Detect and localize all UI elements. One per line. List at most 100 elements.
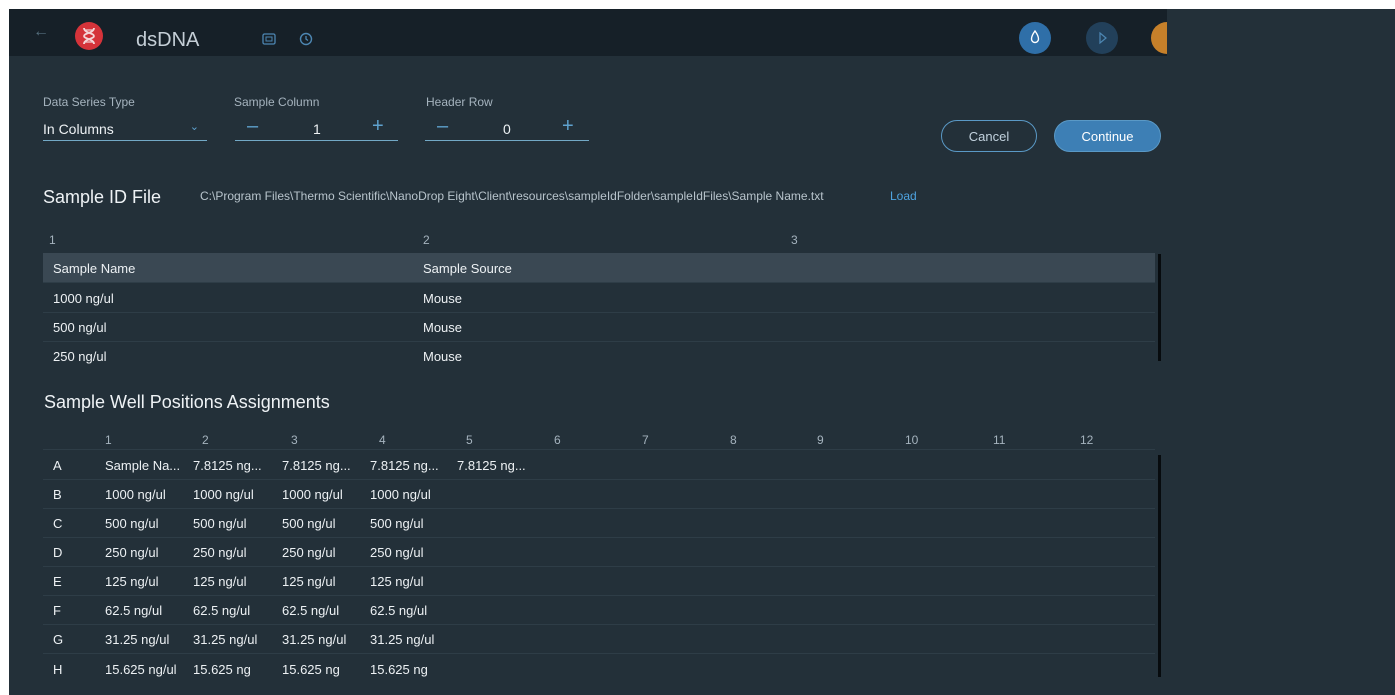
droplet-icon[interactable] xyxy=(1019,22,1051,54)
row-label: F xyxy=(53,603,61,618)
increment-icon[interactable]: + xyxy=(562,115,574,138)
table-row[interactable]: 500 ng/ul Mouse xyxy=(43,312,1155,342)
table-cell: Mouse xyxy=(423,349,463,364)
row-label: E xyxy=(53,574,62,589)
load-link[interactable]: Load xyxy=(890,189,917,203)
decrement-icon[interactable]: – xyxy=(437,115,448,138)
header-row-value: 0 xyxy=(503,121,511,137)
data-series-type-label: Data Series Type xyxy=(43,95,135,109)
table-cell: Mouse xyxy=(423,291,463,306)
table-row[interactable]: Sample Name Sample Source xyxy=(43,253,1155,283)
well-cell[interactable]: 7.8125 ng... xyxy=(193,458,262,473)
title-bar: ← dsDNA xyxy=(9,9,1167,56)
table-row[interactable]: 1000 ng/ul Mouse xyxy=(43,283,1155,313)
well-cell[interactable]: 31.25 ng/ul xyxy=(282,632,346,647)
well-assignments-title: Sample Well Positions Assignments xyxy=(44,392,330,412)
well-cell[interactable]: 125 ng/ul xyxy=(282,574,336,589)
table-cell: 500 ng/ul xyxy=(53,320,107,335)
column-number: 9 xyxy=(817,433,824,447)
well-cell[interactable]: 125 ng/ul xyxy=(193,574,247,589)
well-cell[interactable]: 15.625 ng xyxy=(370,662,428,677)
table-cell: Mouse xyxy=(423,320,463,335)
cancel-button[interactable]: Cancel xyxy=(941,120,1037,152)
well-cell[interactable]: 1000 ng/ul xyxy=(370,487,431,502)
back-arrow-icon[interactable]: ← xyxy=(33,23,49,41)
column-number: 12 xyxy=(1080,433,1094,447)
well-cell[interactable]: Sample Na... xyxy=(105,458,180,473)
column-number: 11 xyxy=(993,433,1006,447)
chevron-down-icon: ⌄ xyxy=(189,121,199,133)
well-cell[interactable]: 250 ng/ul xyxy=(193,545,247,560)
well-cell[interactable]: 1000 ng/ul xyxy=(282,487,343,502)
well-cell[interactable]: 1000 ng/ul xyxy=(105,487,166,502)
well-cell[interactable]: 250 ng/ul xyxy=(370,545,424,560)
table-row[interactable]: C 500 ng/ul 500 ng/ul 500 ng/ul 500 ng/u… xyxy=(43,508,1155,538)
data-series-type-dropdown[interactable]: In Columns ⌄ xyxy=(43,112,207,141)
table-row[interactable]: E 125 ng/ul 125 ng/ul 125 ng/ul 125 ng/u… xyxy=(43,566,1155,596)
table-row[interactable]: F 62.5 ng/ul 62.5 ng/ul 62.5 ng/ul 62.5 … xyxy=(43,595,1155,625)
history-icon[interactable] xyxy=(299,32,315,48)
well-cell[interactable]: 500 ng/ul xyxy=(105,516,159,531)
well-cell[interactable]: 31.25 ng/ul xyxy=(370,632,434,647)
well-cell[interactable]: 15.625 ng/ul xyxy=(105,662,177,677)
sample-column-value: 1 xyxy=(313,121,321,137)
sample-id-file-title: Sample ID File xyxy=(43,187,162,207)
continue-button[interactable]: Continue xyxy=(1054,120,1161,152)
table-row[interactable]: D 250 ng/ul 250 ng/ul 250 ng/ul 250 ng/u… xyxy=(43,537,1155,567)
increment-icon[interactable]: + xyxy=(372,115,384,138)
well-cell[interactable]: 500 ng/ul xyxy=(370,516,424,531)
sample-column-stepper[interactable]: – 1 + xyxy=(235,112,398,141)
well-cell[interactable]: 62.5 ng/ul xyxy=(282,603,339,618)
decrement-icon[interactable]: – xyxy=(247,115,258,138)
column-number: 2 xyxy=(202,433,209,447)
table-cell: 250 ng/ul xyxy=(53,349,107,364)
column-number: 1 xyxy=(49,233,56,247)
sample-id-file-path: C:\Program Files\Thermo Scientific\NanoD… xyxy=(200,189,824,203)
sample-column-label: Sample Column xyxy=(234,95,320,109)
well-cell[interactable]: 7.8125 ng... xyxy=(370,458,439,473)
column-number: 3 xyxy=(791,233,798,247)
well-cell[interactable]: 62.5 ng/ul xyxy=(193,603,250,618)
header-row-label: Header Row xyxy=(426,95,493,109)
scrollbar[interactable] xyxy=(1158,455,1161,677)
well-cell[interactable]: 500 ng/ul xyxy=(282,516,336,531)
well-cell[interactable]: 15.625 ng xyxy=(193,662,251,677)
well-cell[interactable]: 500 ng/ul xyxy=(193,516,247,531)
well-cell[interactable]: 15.625 ng xyxy=(282,662,340,677)
well-cell[interactable]: 125 ng/ul xyxy=(105,574,159,589)
well-cell[interactable]: 250 ng/ul xyxy=(282,545,336,560)
dna-logo-icon xyxy=(75,22,103,50)
column-number: 1 xyxy=(105,433,112,447)
column-number: 5 xyxy=(466,433,473,447)
id-card-icon[interactable] xyxy=(262,32,278,48)
header-row-stepper[interactable]: – 0 + xyxy=(425,112,589,141)
well-cell[interactable]: 7.8125 ng... xyxy=(282,458,351,473)
user-icon[interactable] xyxy=(1151,22,1167,54)
scrollbar[interactable] xyxy=(1158,254,1161,361)
column-number: 6 xyxy=(554,433,561,447)
row-label: C xyxy=(53,516,63,531)
table-row[interactable]: 250 ng/ul Mouse xyxy=(43,341,1155,370)
table-row[interactable]: H 15.625 ng/ul 15.625 ng 15.625 ng 15.62… xyxy=(43,654,1155,683)
play-icon[interactable] xyxy=(1086,22,1118,54)
column-number: 10 xyxy=(905,433,919,447)
well-cell[interactable]: 1000 ng/ul xyxy=(193,487,254,502)
row-label: A xyxy=(53,458,62,473)
table-row[interactable]: G 31.25 ng/ul 31.25 ng/ul 31.25 ng/ul 31… xyxy=(43,624,1155,654)
table-row[interactable]: A Sample Na... 7.8125 ng... 7.8125 ng...… xyxy=(43,449,1155,480)
table-row[interactable]: B 1000 ng/ul 1000 ng/ul 1000 ng/ul 1000 … xyxy=(43,479,1155,509)
row-label: B xyxy=(53,487,62,502)
column-number: 4 xyxy=(379,433,386,447)
well-cell[interactable]: 62.5 ng/ul xyxy=(105,603,162,618)
well-cell[interactable]: 125 ng/ul xyxy=(370,574,424,589)
table-cell: Sample Name xyxy=(53,261,136,276)
well-cell[interactable]: 31.25 ng/ul xyxy=(105,632,169,647)
well-cell[interactable]: 250 ng/ul xyxy=(105,545,159,560)
table-cell: Sample Source xyxy=(423,261,512,276)
column-number: 3 xyxy=(291,433,298,447)
well-cell[interactable]: 62.5 ng/ul xyxy=(370,603,427,618)
well-cell[interactable]: 31.25 ng/ul xyxy=(193,632,257,647)
well-cell[interactable]: 7.8125 ng... xyxy=(457,458,526,473)
table-cell: 1000 ng/ul xyxy=(53,291,114,306)
data-series-type-value: In Columns xyxy=(43,121,114,137)
